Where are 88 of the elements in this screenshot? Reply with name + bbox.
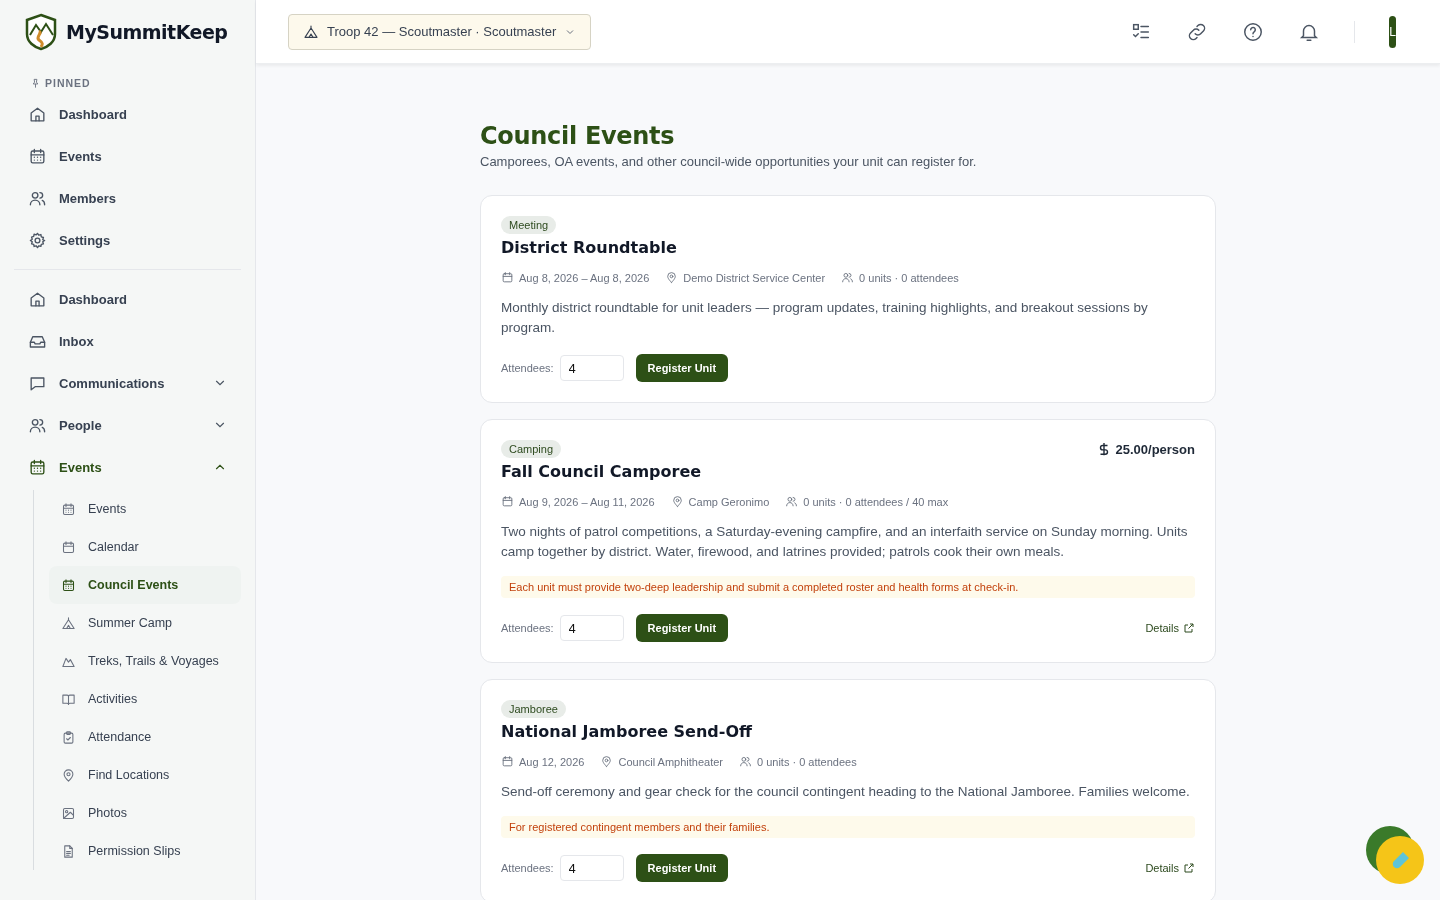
attendees-label: Attendees: <box>501 362 554 374</box>
calendar-icon <box>61 577 76 593</box>
event-description: Two nights of patrol competitions, a Saturday-evening campfire, and an interfaith service on Sunday morning. Units camp together by district. Water, firewood, and latrines provided; patrols cook their own meals. <box>501 523 1189 561</box>
event-title: National Jamboree Send-Off <box>501 722 753 741</box>
sidebar-item[interactable]: Members <box>0 177 255 219</box>
event-title: District Roundtable <box>501 238 678 257</box>
register-button[interactable]: Register Unit <box>635 854 729 882</box>
location-pin-icon <box>670 495 684 508</box>
section-heading: PINNED <box>45 77 91 89</box>
tent-icon <box>303 23 319 40</box>
event-location: Council Amphitheater <box>618 755 723 768</box>
calendar-icon <box>501 495 514 508</box>
sidebar-item[interactable]: Inbox <box>0 320 255 362</box>
calendar-icon <box>61 501 76 517</box>
sidebar-item[interactable]: Communications <box>0 362 255 404</box>
calendar-icon <box>28 146 47 166</box>
location-pin-icon <box>61 767 76 783</box>
sidebar-item[interactable]: Settings <box>0 219 255 261</box>
help-icon[interactable] <box>1242 20 1264 43</box>
details-link[interactable]: Details <box>1145 862 1195 874</box>
event-title: Fall Council Camporee <box>501 462 703 481</box>
calendar-icon <box>61 539 76 555</box>
attendees-input[interactable]: 4 <box>559 615 624 641</box>
attendees-label: Attendees: <box>501 622 554 634</box>
event-dates: Aug 8, 2026 – Aug 8, 2026 <box>519 271 650 284</box>
tent-icon <box>61 615 76 631</box>
category-tag: Jamboree <box>501 700 566 718</box>
event-dates: Aug 12, 2026 <box>519 755 585 768</box>
sidebar-item[interactable]: Events <box>0 135 255 177</box>
event-stats: 0 units · 0 attendees <box>859 271 959 284</box>
dollar-icon <box>1097 442 1110 456</box>
event-description: Send-off ceremony and gear check for the council contingent heading to the National Jamboree. Families welcome. <box>501 783 1191 801</box>
external-link-icon <box>1183 622 1195 634</box>
people-icon <box>739 755 752 768</box>
clipboard-check-icon <box>61 729 76 745</box>
event-location: Demo District Service Center <box>683 271 826 284</box>
attendees-label: Attendees: <box>501 862 554 874</box>
register-button[interactable]: Register Unit <box>635 614 729 642</box>
register-button[interactable]: Register Unit <box>635 354 729 382</box>
settings-icon <box>28 230 47 250</box>
app-name: MySummitKeep <box>66 21 228 43</box>
people-icon <box>785 495 799 508</box>
details-link[interactable]: Details <box>1145 622 1195 634</box>
sidebar-item[interactable]: Dashboard <box>0 93 255 135</box>
sidebar-subitem[interactable]: Calendar <box>49 528 241 566</box>
sidebar-subitem[interactable]: Permission Slips <box>49 832 241 870</box>
home-icon <box>28 289 47 309</box>
sidebar-subitem[interactable]: Activities <box>49 680 241 718</box>
sidebar-subitem[interactable]: Events <box>49 490 241 528</box>
people-icon <box>841 271 855 284</box>
event-dates: Aug 9, 2026 – Aug 11, 2026 <box>519 495 655 508</box>
event-stats: 0 units · 0 attendees <box>757 755 857 768</box>
location-pin-icon <box>665 271 679 284</box>
event-note: For registered contingent members and their families. <box>501 816 1195 838</box>
calendar-icon <box>501 755 514 768</box>
event-stats: 0 units · 0 attendees / 40 max <box>803 495 949 508</box>
event-location: Camp Geronimo <box>688 495 770 508</box>
sidebar-subitem[interactable]: Council Events <box>49 566 241 604</box>
document-icon <box>61 843 76 859</box>
page-subtitle: Camporees, OA events, and other council-wide opportunities your unit can register for. <box>480 154 978 169</box>
page-title: Council Events <box>480 122 676 150</box>
sidebar-item[interactable]: Events <box>0 446 255 488</box>
book-icon <box>61 691 76 707</box>
image-icon <box>61 805 76 821</box>
location-pin-icon <box>600 755 614 768</box>
sidebar-subitem[interactable]: Find Locations <box>49 756 241 794</box>
calendar-icon <box>28 457 47 477</box>
event-note: Each unit must provide two-deep leadership and submit a completed roster and health forms at check-in. <box>501 576 1195 598</box>
sidebar-subitem[interactable]: Attendance <box>49 718 241 756</box>
calendar-icon <box>501 271 514 284</box>
floating-buttons-drawing[interactable] <box>1366 826 1424 884</box>
sidebar-item[interactable]: Dashboard <box>0 278 255 320</box>
pin-icon <box>30 77 41 89</box>
event-description: Monthly district roundtable for unit leaders — program updates, training highlights, and breakout sessions by program. <box>501 299 1149 337</box>
attendees-input[interactable]: 4 <box>559 355 624 381</box>
home-icon <box>28 104 47 124</box>
unit-selector[interactable]: Troop 42 — Scoutmaster · Scoutmaster <box>288 13 592 50</box>
category-tag: Meeting <box>501 216 557 234</box>
price: 25.00/person <box>1097 441 1195 457</box>
attendees-input[interactable]: 4 <box>559 855 624 881</box>
sidebar-subitem[interactable]: Photos <box>49 794 241 832</box>
sidebar-item[interactable]: People <box>0 404 255 446</box>
category-tag: Camping <box>501 440 562 458</box>
sidebar-subitem[interactable]: Treks, Trails & Voyages <box>49 642 241 680</box>
account-avatar[interactable]: L <box>1389 15 1396 48</box>
sidebar-subitem[interactable]: Summer Camp <box>49 604 241 642</box>
external-link-icon <box>1183 862 1195 874</box>
logo-icon <box>24 13 58 51</box>
